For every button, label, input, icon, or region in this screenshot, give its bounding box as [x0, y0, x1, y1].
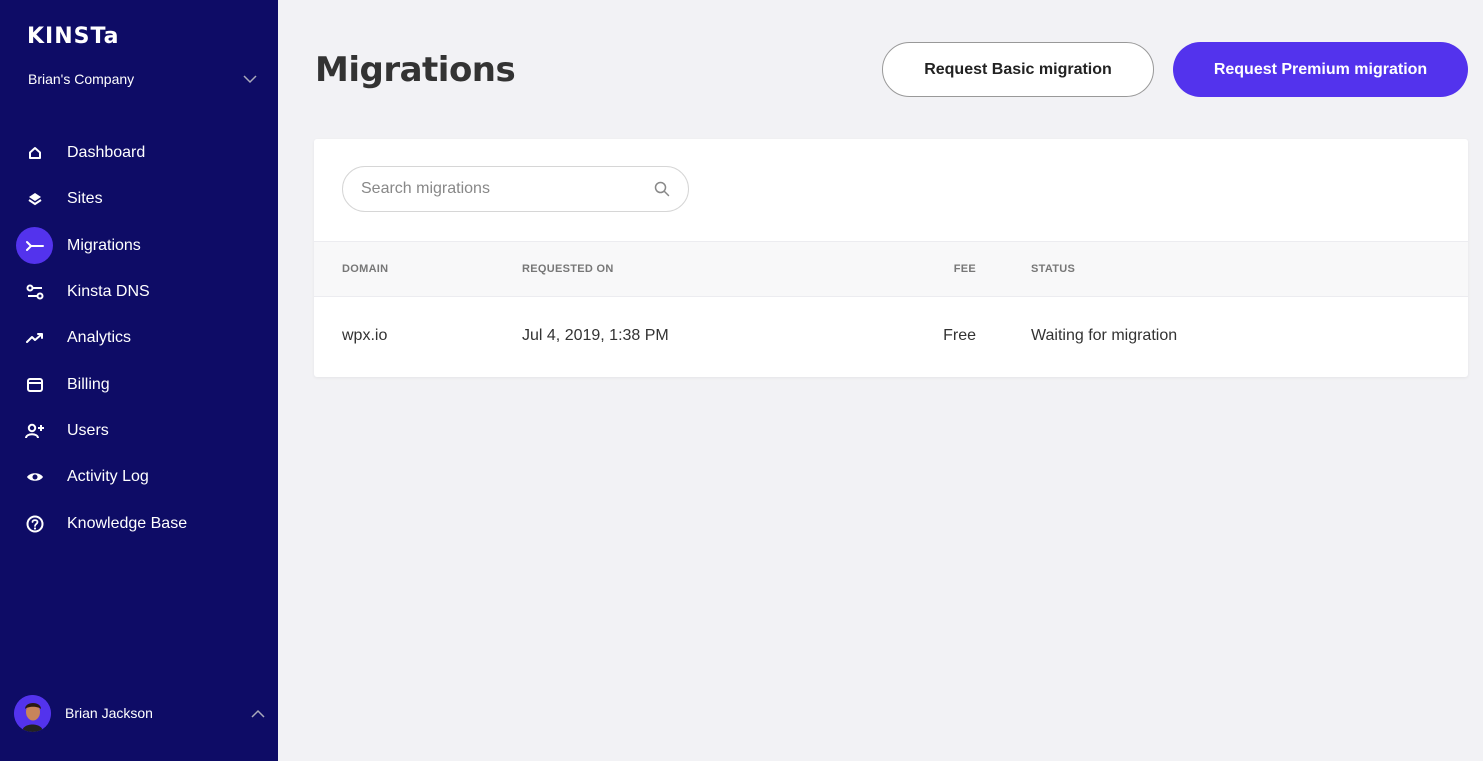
sidebar-item-label: Billing — [67, 375, 110, 393]
column-header-requested-on[interactable]: REQUESTED ON — [522, 263, 614, 275]
table-header: DOMAIN REQUESTED ON FEE STATUS — [314, 241, 1468, 297]
sidebar-item-label: Kinsta DNS — [67, 283, 150, 301]
sidebar-item-label: Sites — [67, 190, 103, 208]
search-input[interactable] — [361, 180, 654, 198]
company-name: Brian's Company — [28, 71, 135, 87]
chevron-up-icon — [250, 705, 266, 721]
cell-status: Waiting for migration — [1031, 327, 1178, 344]
kinsta-logo[interactable]: KINSTa — [27, 24, 120, 49]
card-icon — [16, 366, 53, 403]
user-name: Brian Jackson — [65, 705, 153, 721]
avatar — [14, 694, 51, 732]
sidebar-item-sites[interactable]: Sites — [0, 176, 278, 222]
add-user-icon — [16, 412, 53, 449]
sidebar-item-activity-log[interactable]: Activity Log — [0, 454, 278, 500]
cell-requested-on: Jul 4, 2019, 1:38 PM — [522, 327, 669, 344]
sidebar-item-label: Analytics — [67, 329, 132, 347]
sidebar-item-dashboard[interactable]: Dashboard — [0, 130, 278, 176]
request-premium-migration-button[interactable]: Request Premium migration — [1173, 42, 1468, 97]
sidebar-item-label: Dashboard — [67, 144, 146, 162]
sidebar-item-kinsta-dns[interactable]: Kinsta DNS — [0, 269, 278, 315]
sidebar: KINSTa Brian's Company Dashboard Sites M… — [0, 0, 278, 761]
cell-fee: Free — [943, 327, 976, 344]
page-title: Migrations — [315, 50, 516, 90]
sidebar-item-label: Knowledge Base — [67, 514, 188, 532]
sidebar-item-label: Users — [67, 421, 109, 439]
sidebar-item-users[interactable]: Users — [0, 408, 278, 454]
trend-icon — [16, 320, 53, 357]
sidebar-item-label: Activity Log — [67, 468, 149, 486]
column-header-fee[interactable]: FEE — [954, 263, 976, 275]
column-header-status[interactable]: STATUS — [1031, 263, 1075, 275]
sidebar-item-label: Migrations — [67, 236, 141, 254]
cell-domain: wpx.io — [342, 327, 388, 344]
sidebar-nav: Dashboard Sites Migrations Kinsta DNS An… — [0, 130, 278, 547]
search-box[interactable] — [342, 166, 689, 212]
user-menu[interactable]: Brian Jackson — [14, 694, 266, 732]
migration-icon — [16, 227, 53, 265]
home-icon — [16, 135, 53, 172]
search-icon[interactable] — [654, 181, 670, 197]
sidebar-item-analytics[interactable]: Analytics — [0, 315, 278, 361]
chevron-down-icon — [242, 71, 258, 87]
column-header-domain[interactable]: DOMAIN — [342, 263, 388, 275]
company-switcher[interactable]: Brian's Company — [28, 68, 258, 90]
sidebar-item-billing[interactable]: Billing — [0, 361, 278, 407]
eye-icon — [16, 459, 53, 496]
migrations-card: DOMAIN REQUESTED ON FEE STATUS wpx.io Ju… — [314, 139, 1468, 377]
dns-icon — [16, 274, 53, 311]
table-row[interactable]: wpx.io Jul 4, 2019, 1:38 PM Free Waiting… — [314, 297, 1468, 377]
request-basic-migration-button[interactable]: Request Basic migration — [882, 42, 1154, 97]
sidebar-item-migrations[interactable]: Migrations — [0, 223, 278, 269]
layers-icon — [16, 181, 53, 218]
sidebar-item-knowledge-base[interactable]: Knowledge Base — [0, 500, 278, 546]
help-icon — [16, 505, 53, 542]
